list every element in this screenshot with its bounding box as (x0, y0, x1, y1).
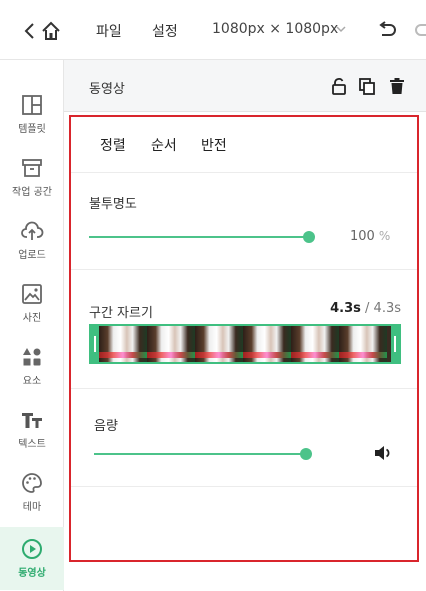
video-frame (147, 326, 195, 362)
sidebar-item-label: 테마 (22, 502, 42, 513)
tab-flip[interactable]: 반전 (201, 135, 227, 155)
sidebar-item-elements[interactable]: 요소 (0, 335, 64, 398)
trash-icon[interactable] (388, 77, 406, 95)
opacity-label: 불투명도 (89, 197, 137, 212)
chevron-down-icon[interactable] (335, 23, 347, 35)
video-filmstrip[interactable] (89, 324, 401, 364)
sidebar-item-text[interactable]: 텍스트 (0, 398, 64, 461)
trim-handle-start[interactable] (91, 326, 99, 362)
video-frame (195, 326, 243, 362)
trim-duration: 4.3s / 4.3s (330, 301, 401, 316)
sidebar-item-label: 요소 (22, 376, 42, 387)
volume-slider-knob[interactable] (300, 448, 312, 460)
video-frame (99, 326, 147, 362)
palette-icon (22, 473, 42, 493)
sidebar-item-label: 텍스트 (18, 439, 46, 450)
elements-icon (23, 348, 41, 366)
trim-label: 구간 자르기 (89, 306, 153, 321)
sidebar-item-label: 사진 (22, 313, 42, 324)
opacity-value: 100% (350, 229, 391, 244)
volume-label: 음량 (94, 419, 118, 434)
sidebar-item-theme[interactable]: 테마 (0, 461, 64, 524)
menu-file[interactable]: 파일 (96, 21, 122, 41)
sidebar-item-photo[interactable]: 사진 (0, 272, 64, 335)
sidebar: 템플릿 작업 공간 업로드 사진 요소 텍스트 테마 동영상 (0, 60, 64, 591)
menu-settings[interactable]: 설정 (152, 21, 178, 41)
unlock-icon[interactable] (330, 77, 348, 95)
opacity-section (71, 173, 417, 270)
video-frame (339, 326, 387, 362)
home-icon[interactable] (40, 20, 62, 42)
undo-icon[interactable] (376, 20, 398, 40)
arrange-tabs: 정렬 순서 반전 (71, 117, 417, 173)
tab-align[interactable]: 정렬 (100, 135, 126, 155)
sidebar-item-template[interactable]: 템플릿 (0, 83, 64, 146)
volume-section (71, 389, 417, 487)
sidebar-item-video[interactable]: 동영상 (0, 527, 64, 590)
sidebar-item-label: 템플릿 (18, 124, 46, 135)
workspace-icon (22, 159, 42, 177)
photo-icon (22, 284, 42, 304)
panel-header: 동영상 (64, 60, 426, 112)
volume-slider-track[interactable] (94, 453, 306, 455)
template-icon (22, 95, 42, 115)
canvas-size-select[interactable]: 1080px × 1080px (212, 21, 338, 37)
volume-icon[interactable] (374, 445, 392, 461)
text-icon (22, 413, 42, 428)
video-settings-panel: 정렬 순서 반전 불투명도 100% 구간 자르기 4.3s / 4.3s 음량 (69, 115, 419, 562)
sidebar-item-workspace[interactable]: 작업 공간 (0, 146, 64, 209)
redo-icon[interactable] (413, 20, 426, 40)
sidebar-item-label: 업로드 (18, 250, 46, 261)
top-bar: 파일 설정 1080px × 1080px (0, 0, 426, 60)
video-frame (243, 326, 291, 362)
trim-handle-end[interactable] (391, 326, 399, 362)
back-icon[interactable] (21, 20, 39, 42)
opacity-slider-knob[interactable] (303, 231, 315, 243)
panel-title: 동영상 (89, 82, 125, 97)
video-frame (291, 326, 339, 362)
play-icon (22, 539, 42, 559)
upload-icon (21, 221, 44, 240)
tab-order[interactable]: 순서 (151, 135, 177, 155)
opacity-slider-track[interactable] (89, 236, 309, 238)
duplicate-icon[interactable] (358, 77, 376, 95)
sidebar-item-label: 작업 공간 (12, 187, 52, 198)
sidebar-item-label: 동영상 (18, 568, 46, 579)
sidebar-item-upload[interactable]: 업로드 (0, 209, 64, 272)
